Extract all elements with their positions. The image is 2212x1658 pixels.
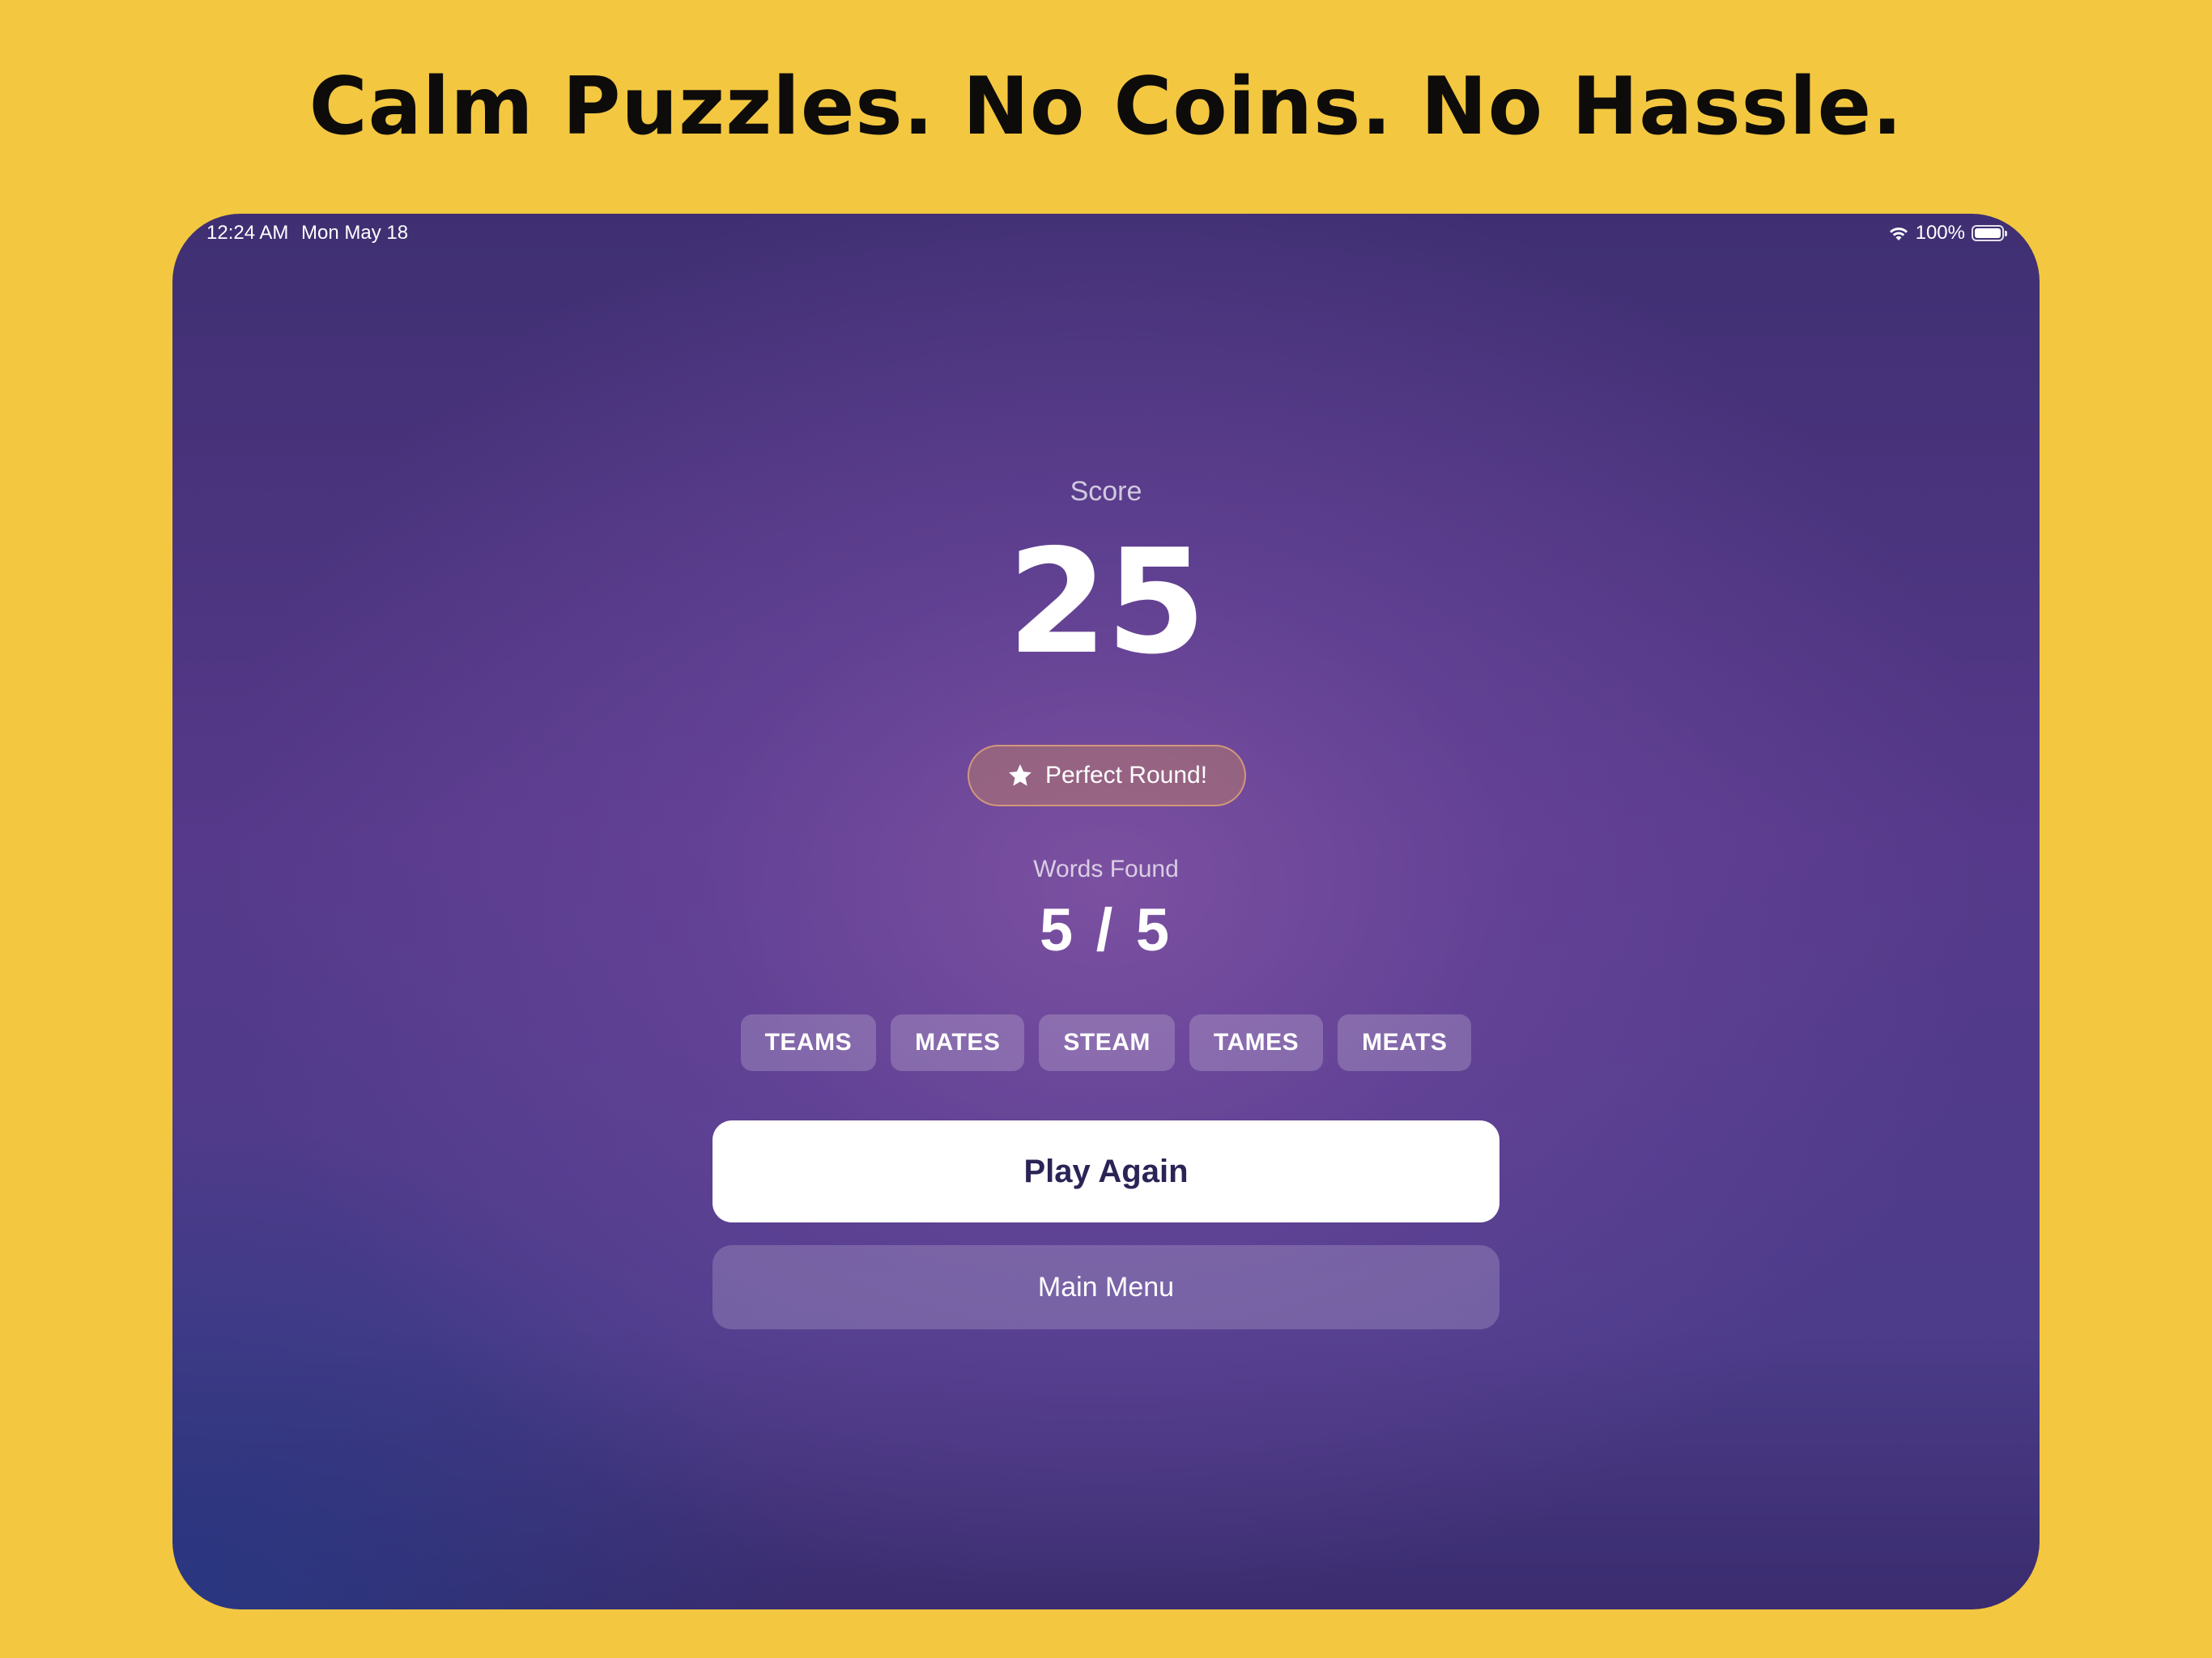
status-bar: 12:24 AM Mon May 18 100% bbox=[172, 214, 2040, 254]
promo-headline: Calm Puzzles. No Coins. No Hassle. bbox=[308, 61, 1904, 153]
main-menu-button[interactable]: Main Menu bbox=[713, 1245, 1499, 1329]
status-indicators: 100% bbox=[1888, 222, 2007, 244]
word-chip: MATES bbox=[891, 1014, 1025, 1071]
battery-icon bbox=[1972, 225, 2007, 241]
play-again-button[interactable]: Play Again bbox=[713, 1120, 1499, 1222]
badge-label: Perfect Round! bbox=[1044, 762, 1208, 789]
wifi-icon bbox=[1888, 225, 1909, 241]
word-chip: MEATS bbox=[1338, 1014, 1472, 1071]
status-time: 12:24 AM bbox=[206, 222, 289, 244]
status-date: Mon May 18 bbox=[301, 222, 409, 244]
words-found-value: 5 / 5 bbox=[1040, 896, 1172, 963]
score-label: Score bbox=[1070, 476, 1142, 507]
words-found-label: Words Found bbox=[1033, 856, 1179, 882]
star-icon bbox=[1006, 762, 1034, 789]
word-chip: STEAM bbox=[1039, 1014, 1175, 1071]
device-screen: 12:24 AM Mon May 18 100% Score 25 Perfec… bbox=[172, 214, 2040, 1609]
battery-percentage: 100% bbox=[1915, 222, 1965, 244]
found-words-list: TEAMS MATES STEAM TAMES MEATS bbox=[172, 1014, 2040, 1071]
perfect-round-badge: Perfect Round! bbox=[968, 745, 1246, 806]
word-chip: TAMES bbox=[1189, 1014, 1324, 1071]
word-chip: TEAMS bbox=[740, 1014, 877, 1071]
score-value: 25 bbox=[1007, 518, 1206, 686]
